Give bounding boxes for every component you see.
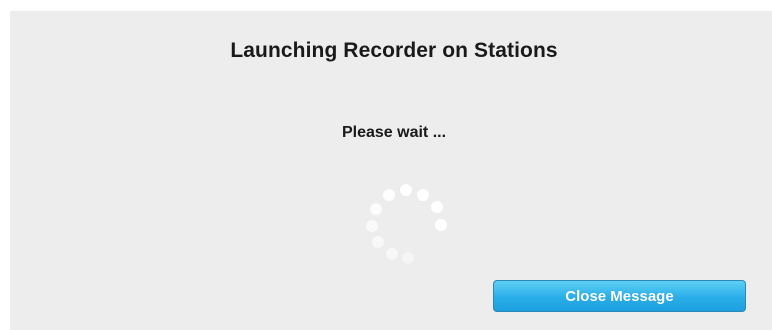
spinner-dot [417, 189, 429, 201]
spinner-dot [431, 201, 443, 213]
spinner-dot [370, 203, 382, 215]
loading-spinner-icon [366, 184, 447, 264]
spinner-dot [386, 248, 398, 260]
spinner-dot [402, 252, 414, 264]
spinner-dot [435, 219, 447, 231]
spinner-dot [400, 184, 412, 196]
launch-dialog: Launching Recorder on Stations Please wa… [10, 11, 772, 330]
spinner-dot [383, 189, 395, 201]
wait-message: Please wait ... [341, 124, 447, 141]
dialog-title: Launching Recorder on Stations [230, 39, 558, 62]
spinner-dot [372, 236, 384, 248]
close-message-button[interactable]: Close Message [493, 280, 746, 312]
spinner-dot [366, 220, 378, 232]
